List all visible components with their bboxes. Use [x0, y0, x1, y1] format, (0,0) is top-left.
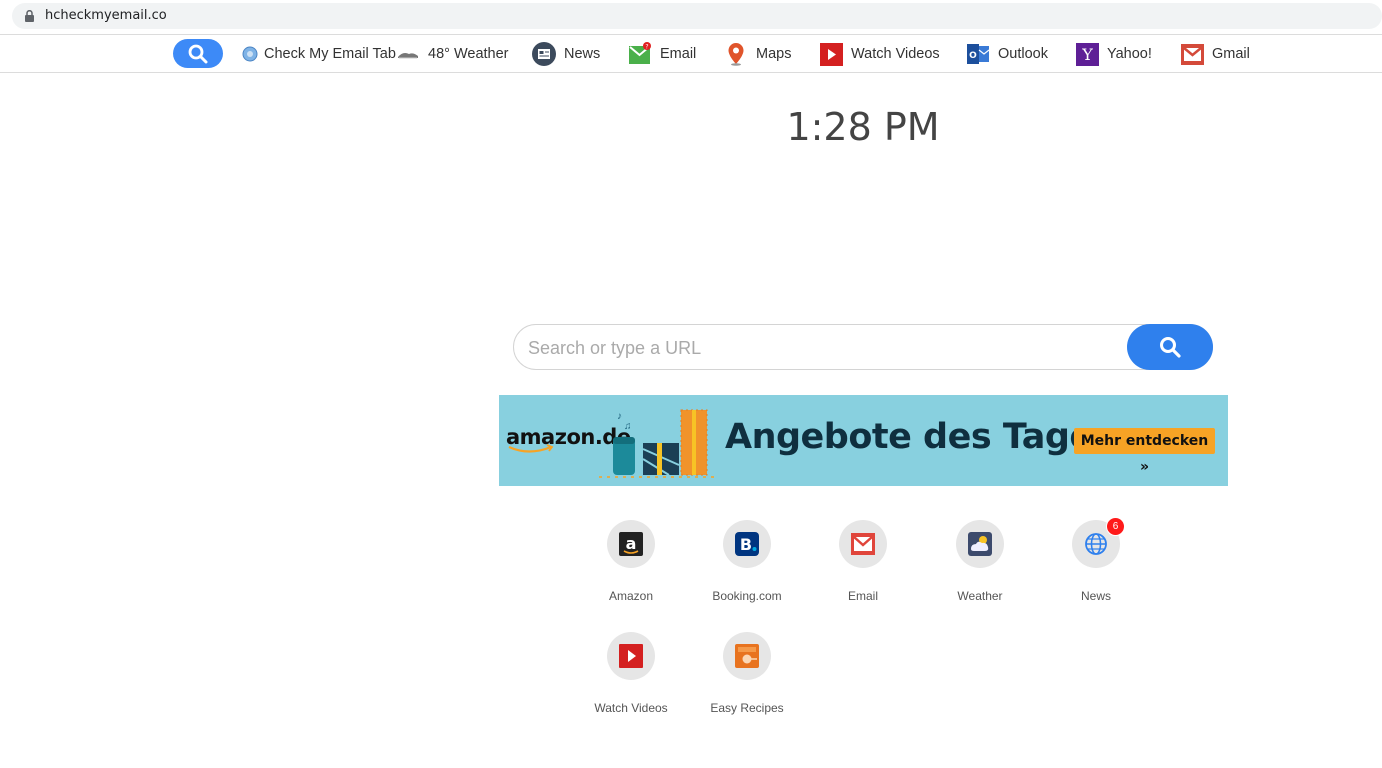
amazon-ad-banner[interactable]: amazon.de ♪ ♫ Angebote des Tages Mehr en…	[499, 395, 1228, 486]
gift-box-illustration-icon: ♪ ♫	[599, 409, 719, 478]
toolbar-item-label: Check My Email Tab	[264, 45, 396, 62]
address-bar: hcheckmyemail.co	[0, 0, 1382, 30]
toolbar-item-label: Email	[660, 45, 697, 62]
toolbar-item-label: Outlook	[998, 45, 1048, 62]
svg-text:?: ?	[645, 43, 648, 50]
search-icon	[1160, 337, 1181, 358]
svg-text:B: B	[740, 535, 752, 554]
tile-weather[interactable]: Weather	[925, 520, 1035, 603]
weather-icon	[956, 520, 1004, 568]
toolbar-search-button[interactable]	[173, 39, 223, 68]
url-field[interactable]: hcheckmyemail.co	[12, 3, 1382, 29]
yahoo-icon: Y	[1075, 42, 1099, 66]
outlook-icon: O	[966, 42, 990, 66]
toolbar-item-label: Maps	[756, 45, 792, 62]
news-icon	[532, 41, 556, 66]
map-pin-icon	[724, 42, 748, 66]
tile-news[interactable]: 6 News	[1041, 517, 1151, 603]
search-icon	[188, 44, 208, 64]
search-button[interactable]	[1127, 324, 1213, 370]
toolbar-item-weather[interactable]: 48° Weather	[396, 35, 509, 72]
svg-text:a: a	[626, 534, 637, 553]
email-icon	[839, 520, 887, 568]
banner-cta-button[interactable]: Mehr entdecken »	[1074, 428, 1215, 475]
tile-watch-videos[interactable]: Watch Videos	[576, 632, 686, 715]
tile-label: Easy Recipes	[710, 701, 784, 715]
globe-icon	[241, 42, 259, 66]
amazon-icon: a	[607, 520, 655, 568]
tile-label: Weather	[957, 589, 1003, 603]
svg-text:Y: Y	[1081, 45, 1093, 64]
tile-email[interactable]: Email	[808, 520, 918, 603]
toolbar-item-news[interactable]: News	[532, 35, 600, 72]
clock: 1:28 PM	[786, 105, 940, 149]
globe-icon: 6	[1072, 517, 1125, 568]
toolbar-item-label: Watch Videos	[851, 45, 940, 62]
tile-amazon[interactable]: a Amazon	[576, 520, 686, 603]
tile-easy-recipes[interactable]: Easy Recipes	[692, 632, 802, 715]
toolbar-item-gmail[interactable]: Gmail	[1180, 35, 1250, 72]
toolbar-item-yahoo[interactable]: Y Yahoo!	[1075, 35, 1152, 72]
notification-badge: 6	[1106, 517, 1125, 536]
tile-label: Amazon	[608, 589, 654, 603]
svg-text:♪: ♪	[617, 411, 622, 422]
tile-label: Booking.com	[712, 589, 782, 603]
svg-text:O: O	[969, 51, 977, 61]
gmail-icon	[1180, 42, 1204, 66]
shortcut-toolbar: Check My Email Tab 48° Weather News ? Em…	[0, 34, 1382, 73]
toolbar-item-outlook[interactable]: O Outlook	[966, 35, 1048, 72]
toolbar-item-label: 48° Weather	[428, 45, 509, 62]
toolbar-item-email[interactable]: ? Email	[628, 35, 696, 72]
svg-text:♫: ♫	[624, 421, 632, 432]
toolbar-item-maps[interactable]: Maps	[724, 35, 791, 72]
banner-headline: Angebote des Tages	[725, 417, 1113, 457]
search-input[interactable]	[526, 333, 1120, 363]
tile-label: Email	[847, 589, 878, 603]
booking-icon: B	[723, 520, 771, 568]
toolbar-item-check-my-email-tab[interactable]: Check My Email Tab	[241, 35, 396, 72]
recipes-icon	[723, 632, 771, 680]
toolbar-item-label: Gmail	[1212, 45, 1250, 62]
tile-label: News	[1080, 589, 1111, 603]
search-box	[513, 324, 1213, 370]
toolbar-item-watch-videos[interactable]: Watch Videos	[819, 35, 940, 72]
play-icon	[819, 42, 843, 66]
url-text: hcheckmyemail.co	[45, 8, 167, 23]
amazon-smile-icon	[508, 444, 554, 453]
toolbar-item-label: Yahoo!	[1107, 45, 1152, 62]
email-icon: ?	[628, 41, 652, 66]
lock-icon	[25, 10, 34, 22]
play-icon	[607, 632, 655, 680]
tile-label: Watch Videos	[594, 701, 668, 715]
tile-booking[interactable]: B Booking.com	[692, 520, 802, 603]
weather-icon	[396, 42, 420, 66]
toolbar-item-label: News	[564, 45, 601, 62]
